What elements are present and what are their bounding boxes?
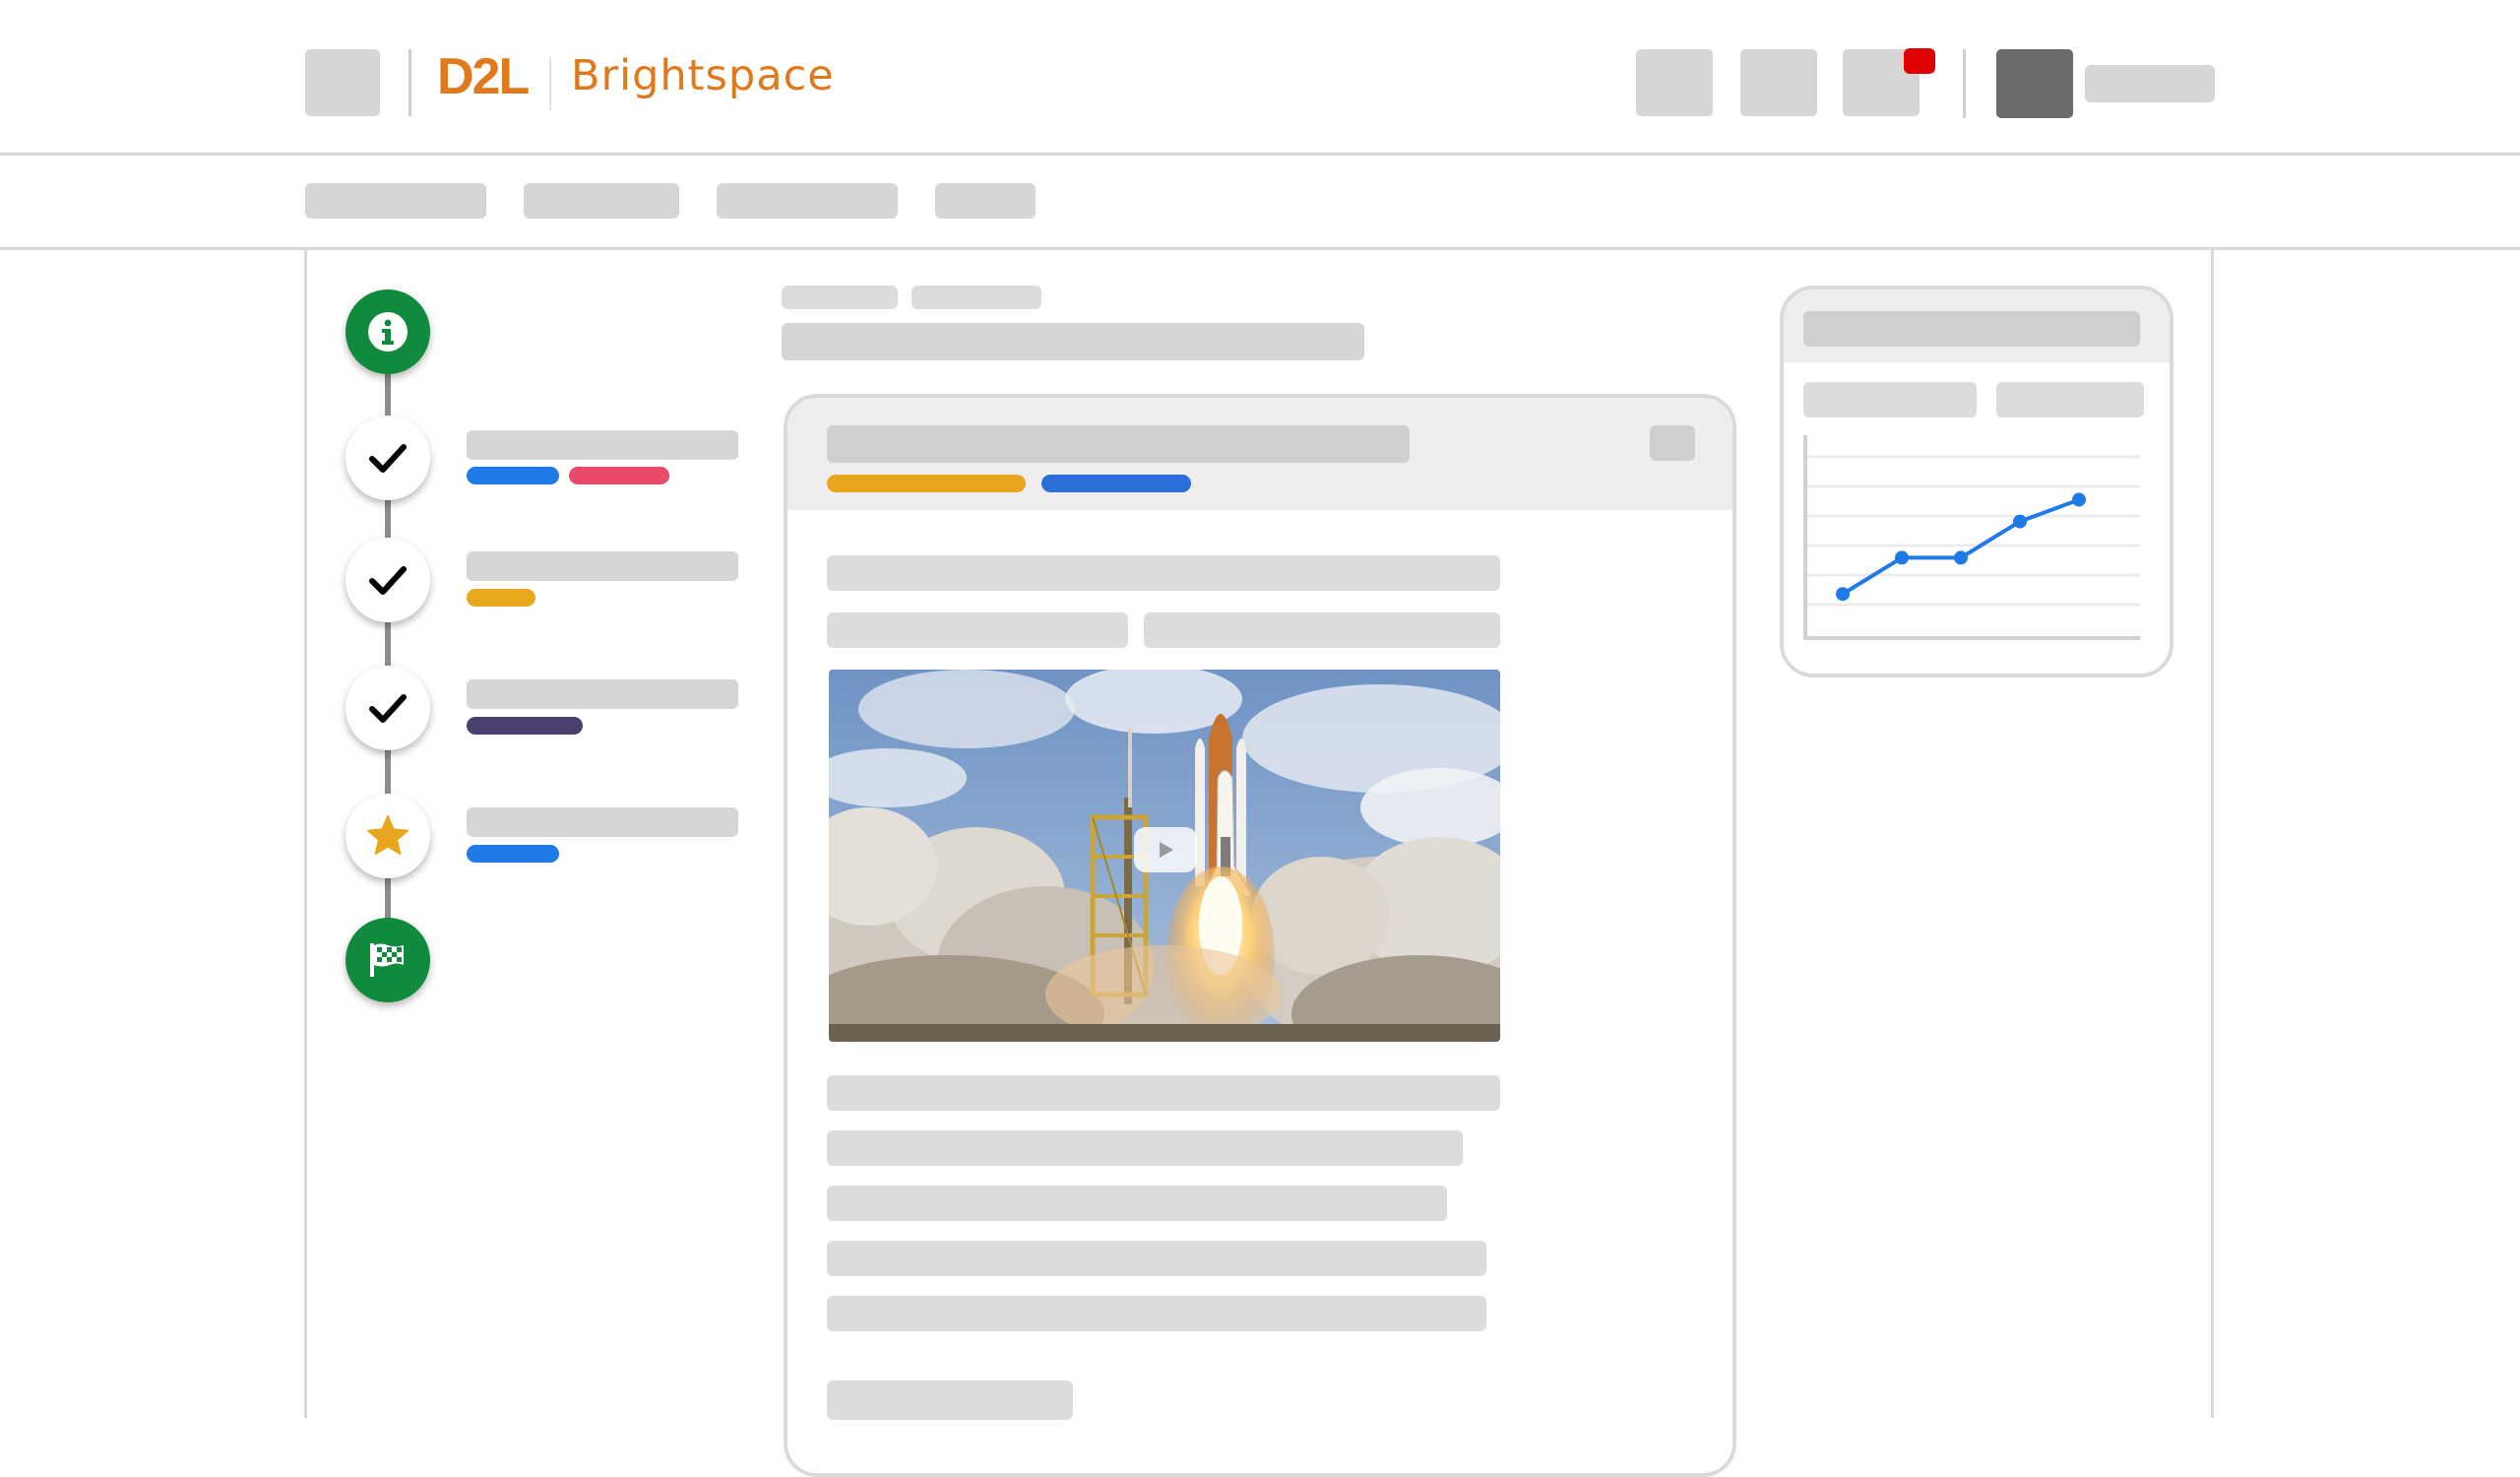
top-header: D2L Brightspace [0,0,2520,156]
nav-item-4[interactable] [935,183,1036,219]
card-menu-button[interactable] [1650,425,1695,461]
timeline-item-tag [467,467,559,484]
card-title [827,425,1410,463]
chart-grid [1805,455,2140,607]
video-player[interactable] [829,670,1500,1042]
chart-point [2072,492,2086,507]
card-text-line [827,1241,1486,1276]
timeline-item-tag [467,845,559,863]
course-navbar [0,156,2520,250]
play-icon [1160,842,1173,858]
logo-brightspace[interactable]: Brightspace [571,55,835,97]
menu-button[interactable] [305,49,380,116]
check-icon [369,444,407,473]
chart-point [1954,550,1968,565]
user-name-placeholder[interactable] [2085,65,2215,102]
check-icon [369,566,407,595]
avatar[interactable] [1996,49,2073,118]
header-button-1[interactable] [1636,49,1713,116]
nav-item-3[interactable] [717,183,898,219]
card-text-line [827,1296,1486,1331]
timeline-item-tag [569,467,669,484]
logo-d2l[interactable]: D2L [437,51,530,102]
card-text-line [1144,612,1500,648]
frame-right-border [2211,250,2214,1418]
checkered-flag-icon [370,943,404,977]
star-icon [367,815,409,855]
card-tag [827,475,1026,492]
card-text-line [827,1186,1447,1221]
timeline-node-complete-3[interactable] [346,666,430,750]
chart-point [2013,514,2027,529]
breadcrumb-item-2[interactable] [912,286,1041,309]
header-divider [1963,49,1966,118]
logo-divider [409,49,411,116]
logo-divider-2 [549,57,551,110]
info-icon [368,312,408,352]
card-text-line [827,1075,1500,1111]
card-header [788,398,1732,510]
timeline-item-title-1[interactable] [467,430,738,460]
check-icon [369,694,407,723]
nav-item-2[interactable] [524,183,679,219]
card-text-line [827,612,1128,648]
chart-point [1895,550,1909,565]
progress-line-chart [1803,435,2140,640]
breadcrumb-item-1[interactable] [782,286,898,309]
timeline-item-title-3[interactable] [467,679,738,709]
chart-point [1836,587,1850,602]
timeline-node-finish[interactable] [346,918,430,1002]
card-text-line [827,555,1500,591]
card-text-line [827,1130,1463,1166]
timeline-item-title-2[interactable] [467,551,738,581]
widget-title [1803,311,2140,347]
frame-left-border [304,250,307,1418]
timeline-item-tag [467,589,536,607]
widget-tab-2[interactable] [1996,382,2144,417]
widget-tab-1[interactable] [1803,382,1977,417]
timeline-item-title-4[interactable] [467,807,738,837]
page-title [782,323,1364,360]
timeline-node-complete-1[interactable] [346,416,430,500]
card-button-placeholder[interactable] [827,1381,1073,1420]
progress-widget [1780,286,2174,677]
timeline-node-current[interactable] [346,794,430,878]
timeline-item-tag [467,717,583,735]
nav-item-1[interactable] [305,183,486,219]
card-tag [1041,475,1191,492]
timeline-node-complete-2[interactable] [346,538,430,622]
header-button-2[interactable] [1740,49,1817,116]
widget-header [1784,289,2170,362]
video-play-button[interactable] [1134,827,1197,872]
timeline-node-info[interactable] [346,289,430,374]
notification-badge [1904,48,1935,74]
